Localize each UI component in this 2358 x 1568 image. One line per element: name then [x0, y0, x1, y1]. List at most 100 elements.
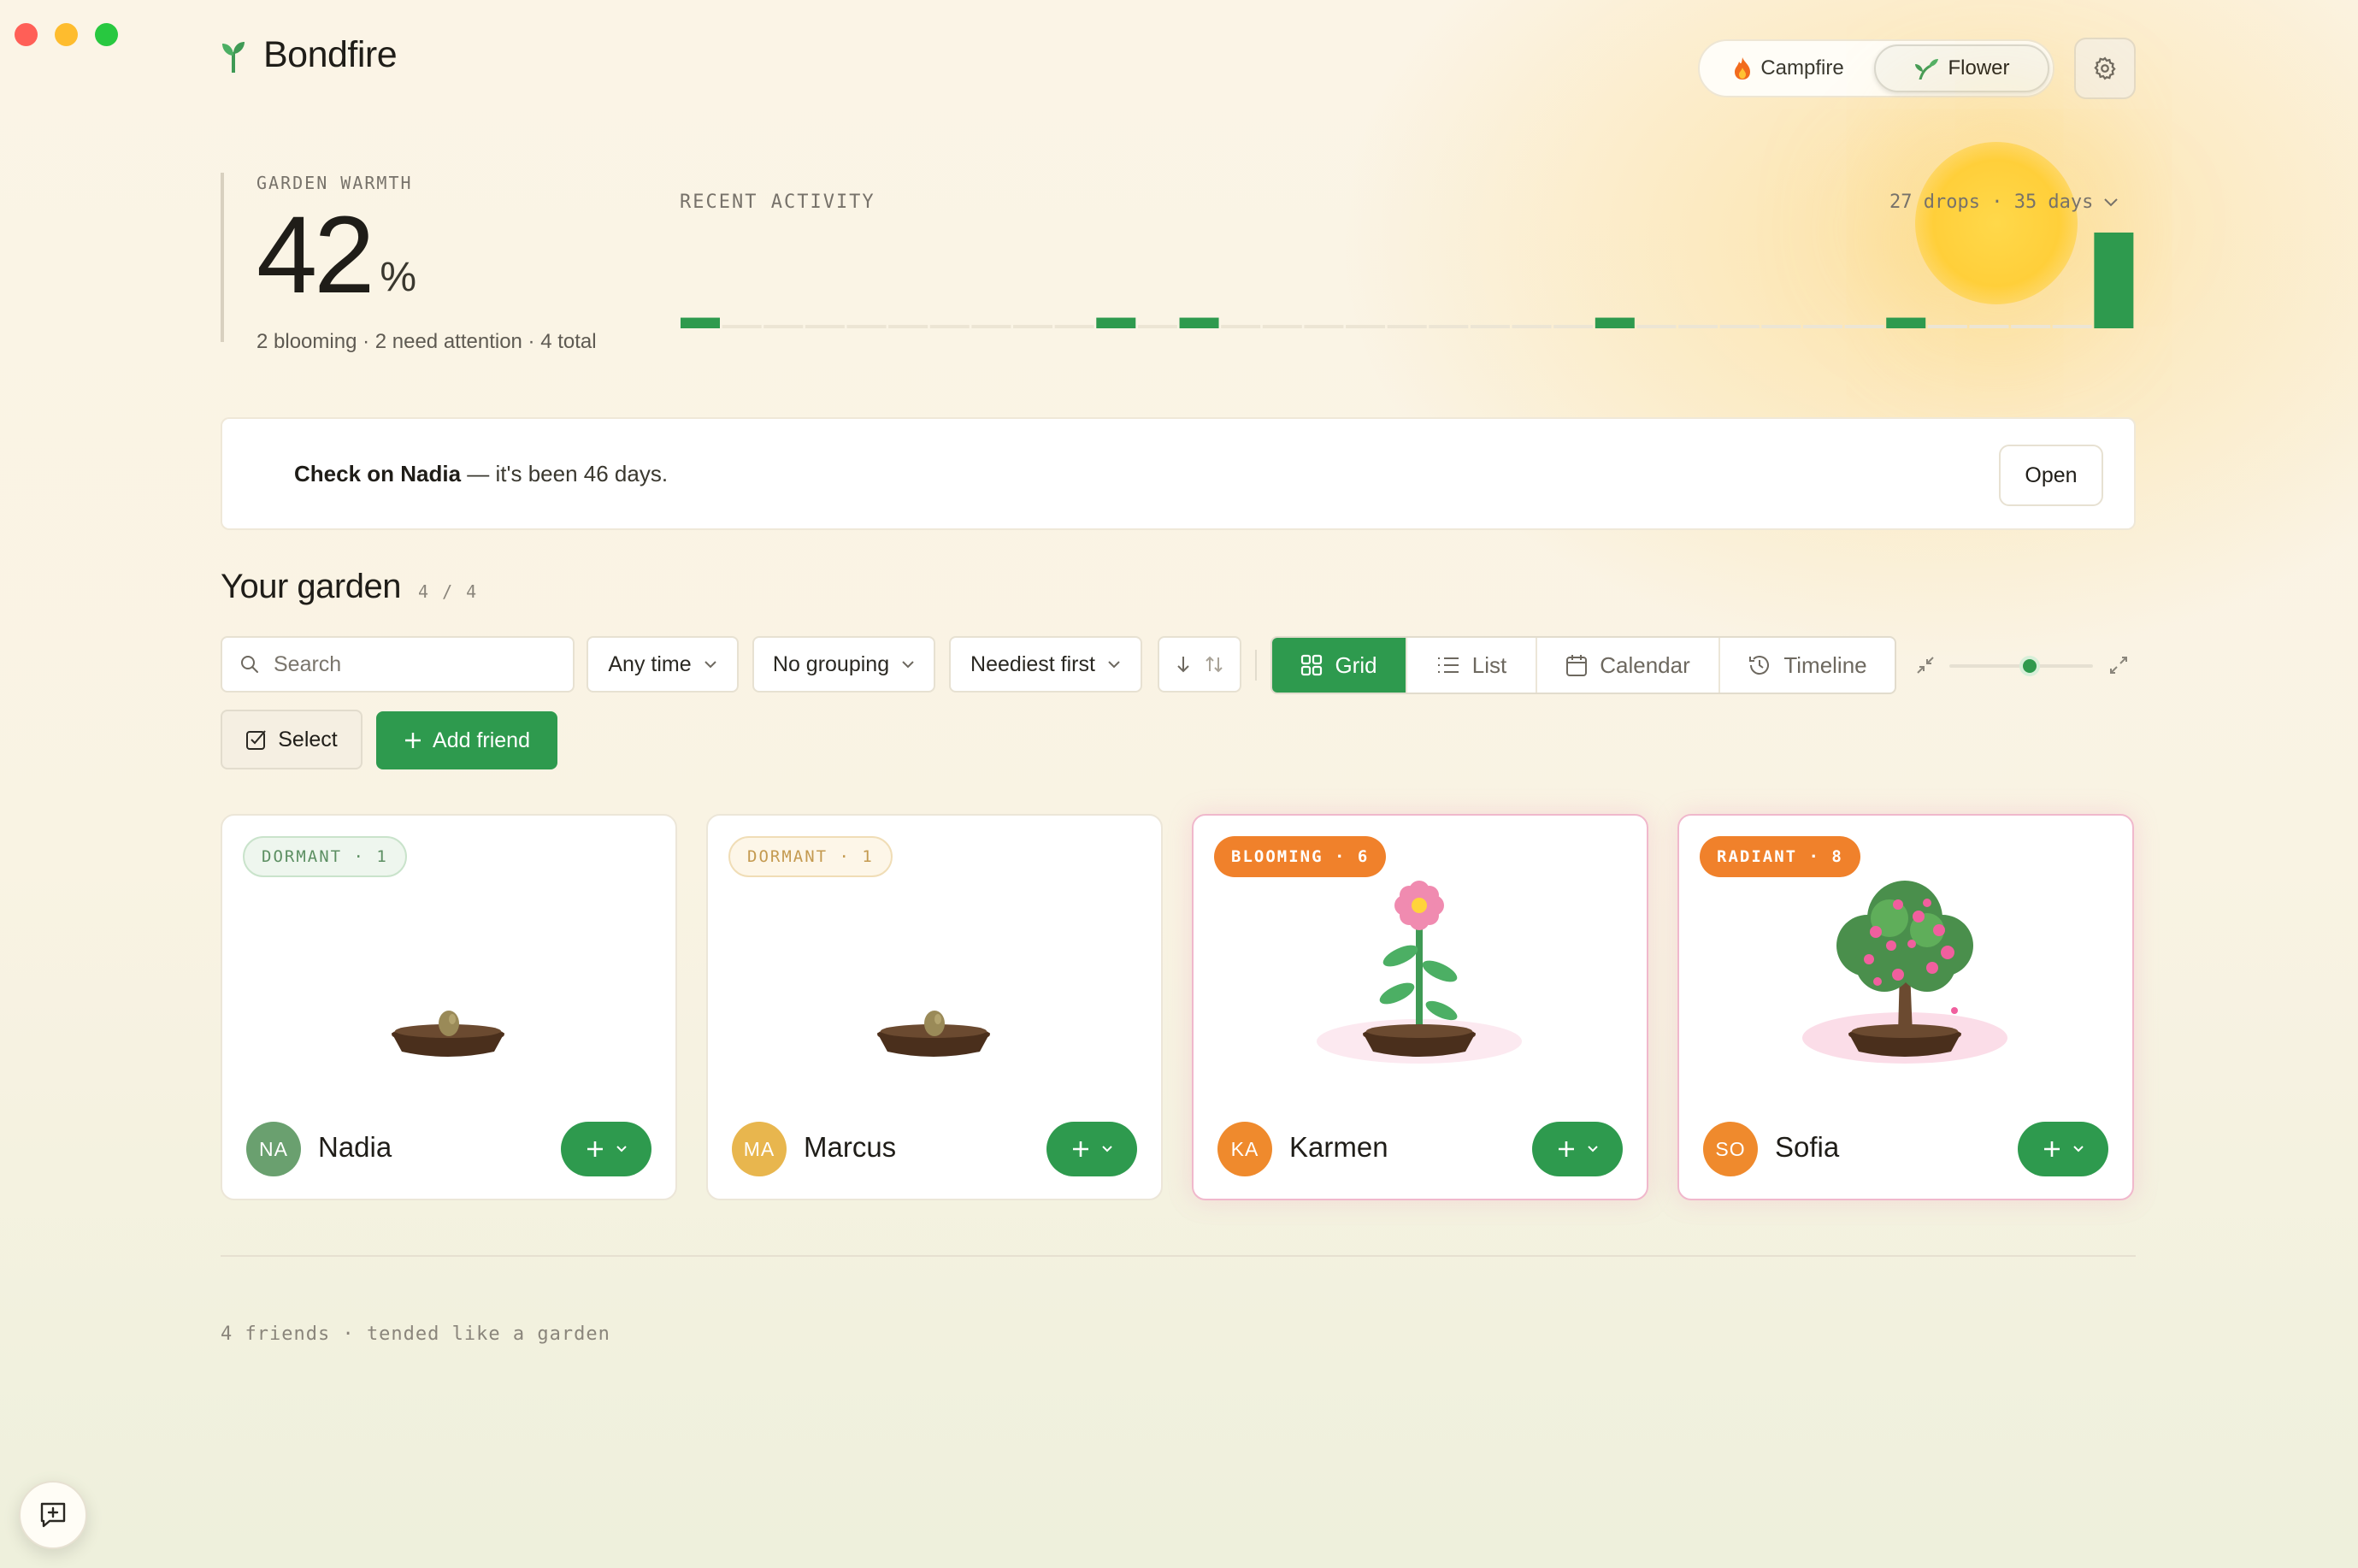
minimize-window-button[interactable]	[55, 23, 78, 46]
activity-chart	[681, 233, 2134, 328]
zoom-window-button[interactable]	[95, 23, 118, 46]
activity-day-track	[1346, 325, 1386, 328]
grouping-dropdown[interactable]: No grouping	[752, 636, 935, 693]
reminder-text: Check on Nadia — it's been 46 days.	[294, 461, 668, 487]
view-grid-label: Grid	[1335, 651, 1377, 678]
avatar: SO	[1703, 1122, 1758, 1176]
shrink-icon	[1917, 657, 1934, 674]
activity-bar	[1096, 317, 1136, 328]
message-plus-icon	[40, 1502, 66, 1528]
chevron-down-icon	[1588, 1146, 1598, 1152]
sprout-icon	[1915, 59, 1939, 80]
add-friend-label: Add friend	[433, 728, 530, 752]
water-button[interactable]	[561, 1122, 651, 1176]
select-button[interactable]: Select	[221, 710, 363, 769]
footer-divider	[221, 1255, 2136, 1257]
garden-count: 4 / 4	[417, 581, 479, 602]
activity-bar	[681, 317, 720, 328]
friend-card[interactable]: DORMANT · 1 NA Nadia	[221, 814, 677, 1200]
reminder-banner: Check on Nadia — it's been 46 days. Open	[221, 417, 2136, 530]
toolbar-divider	[1255, 650, 1257, 681]
zoom-thumb[interactable]	[2019, 656, 2040, 676]
activity-day-track	[1429, 325, 1469, 328]
chevron-down-icon	[616, 1146, 627, 1152]
activity-day-track	[1470, 325, 1510, 328]
flower-mode-button[interactable]: Flower	[1874, 44, 2049, 92]
friend-name: Karmen	[1289, 1131, 1388, 1163]
time-filter-dropdown[interactable]: Any time	[587, 636, 739, 693]
friend-name: Sofia	[1775, 1131, 1840, 1163]
sort-dropdown[interactable]: Neediest first	[949, 636, 1142, 693]
friend-name: Marcus	[804, 1131, 897, 1163]
arrow-down-icon	[1177, 657, 1189, 673]
reminder-bold: Check on Nadia	[294, 460, 462, 486]
plus-icon	[1559, 1141, 1574, 1157]
activity-day-track	[1719, 325, 1760, 328]
view-timeline-button[interactable]: Timeline	[1720, 638, 1895, 693]
add-friend-button[interactable]: Add friend	[376, 711, 557, 769]
activity-day-track	[1844, 325, 1884, 328]
view-switcher: Grid List Calendar Timeline	[1270, 636, 1896, 694]
friend-card[interactable]: RADIANT · 8 SO Sofia	[1677, 814, 2134, 1200]
close-window-button[interactable]	[15, 23, 38, 46]
settings-button[interactable]	[2074, 38, 2136, 99]
water-button[interactable]	[1046, 1122, 1137, 1176]
activity-day-track	[1304, 325, 1344, 328]
feedback-button[interactable]	[19, 1481, 87, 1549]
select-label: Select	[278, 727, 338, 752]
activity-day-track	[805, 325, 845, 328]
chevron-down-icon	[1108, 661, 1120, 669]
activity-day-track	[1262, 325, 1302, 328]
view-grid-button[interactable]: Grid	[1272, 638, 1407, 693]
open-button[interactable]: Open	[1999, 445, 2103, 506]
search-icon	[241, 656, 258, 673]
view-list-button[interactable]: List	[1407, 638, 1537, 693]
activity-day-track	[929, 325, 970, 328]
search-box	[221, 636, 575, 693]
view-calendar-button[interactable]: Calendar	[1537, 638, 1720, 693]
activity-day-track	[1553, 325, 1594, 328]
plus-icon	[405, 733, 421, 748]
garden-header: Your garden 4 / 4	[221, 568, 478, 606]
activity-day-track	[763, 325, 804, 328]
zoom-slider[interactable]	[1915, 646, 2137, 684]
app-title: Bondfire	[263, 34, 398, 75]
view-list-label: List	[1471, 651, 1507, 678]
avatar: KA	[1217, 1122, 1272, 1176]
sprout-icon	[222, 41, 245, 73]
activity-day-track	[1137, 325, 1177, 328]
expand-icon	[2110, 657, 2127, 674]
water-button[interactable]	[1532, 1122, 1623, 1176]
activity-day-track	[1802, 325, 1842, 328]
grouping-label: No grouping	[772, 651, 890, 676]
water-button[interactable]	[2018, 1122, 2108, 1176]
flame-icon	[1735, 57, 1751, 80]
activity-day-track	[1636, 325, 1677, 328]
sort-direction-button[interactable]	[1158, 636, 1241, 693]
activity-day-track	[1221, 325, 1261, 328]
activity-bar	[1179, 317, 1219, 328]
warmth-label: GARDEN WARMTH	[256, 173, 413, 193]
reminder-rest: — it's been 46 days.	[461, 460, 669, 486]
campfire-mode-button[interactable]: Campfire	[1703, 44, 1874, 92]
activity-day-track	[1512, 325, 1552, 328]
mode-toggle: Campfire Flower	[1698, 39, 2054, 97]
activity-day-track	[1387, 325, 1427, 328]
activity-range-dropdown[interactable]: 27 drops · 35 days	[1889, 192, 2119, 213]
activity-day-track	[1969, 325, 2009, 328]
activity-day-track	[971, 325, 1011, 328]
plus-icon	[587, 1141, 603, 1157]
friend-card[interactable]: DORMANT · 1 MA Marcus	[706, 814, 1163, 1200]
chevron-down-icon	[704, 661, 716, 669]
view-calendar-label: Calendar	[1600, 651, 1690, 678]
gear-icon	[2094, 56, 2116, 80]
search-input[interactable]	[274, 651, 547, 677]
activity-label: RECENT ACTIVITY	[680, 192, 875, 213]
friend-card[interactable]: BLOOMING · 6 KA Karmen	[1192, 814, 1648, 1200]
seed-pot-illustration	[877, 1011, 990, 1057]
calendar-icon	[1566, 655, 1588, 676]
footer-text: 4 friends · tended like a garden	[221, 1323, 610, 1345]
time-filter-label: Any time	[608, 651, 692, 676]
checkbox-icon	[246, 730, 267, 750]
plus-icon	[2044, 1141, 2060, 1157]
